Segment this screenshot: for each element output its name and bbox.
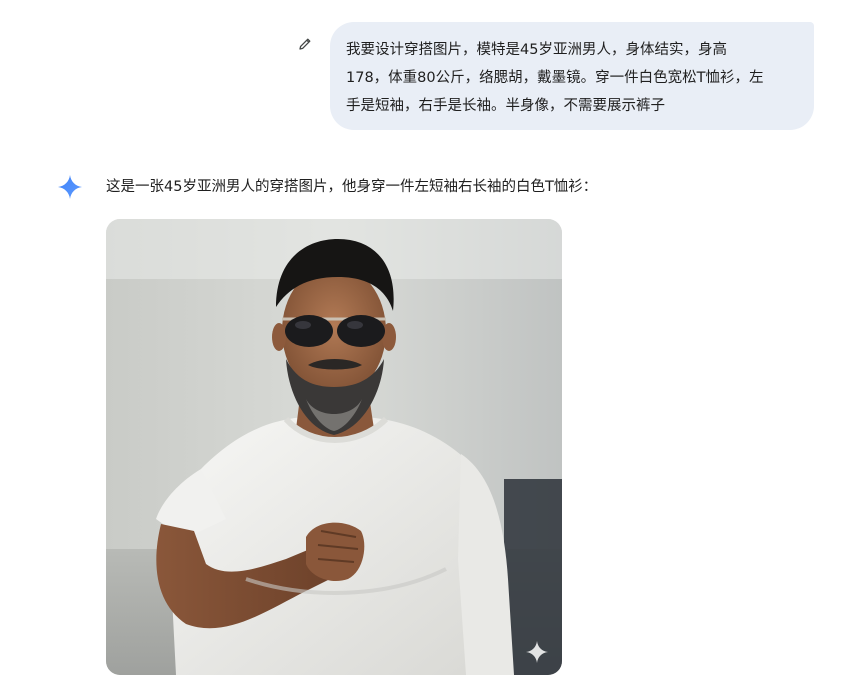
user-message-line: 手是短袖，右手是长袖。半身像，不需要展示裤子 xyxy=(346,98,665,114)
generated-photo xyxy=(106,219,562,675)
generated-image[interactable] xyxy=(106,219,562,675)
gemini-sparkle-icon xyxy=(58,175,82,199)
pencil-icon xyxy=(299,38,311,50)
user-message-bubble: 我要设计穿搭图片，模特是45岁亚洲男人，身体结实，身高 178，体重80公斤，络… xyxy=(330,22,814,130)
user-message-line: 178，体重80公斤，络腮胡，戴墨镜。穿一件白色宽松T恤衫，左 xyxy=(346,70,764,86)
edit-prompt-button[interactable] xyxy=(293,32,317,56)
chat-page: 我要设计穿搭图片，模特是45岁亚洲男人，身体结实，身高 178，体重80公斤，络… xyxy=(0,0,848,691)
sparkle-icon xyxy=(526,641,548,663)
user-message-line: 我要设计穿搭图片，模特是45岁亚洲男人，身体结实，身高 xyxy=(346,42,727,58)
response-text: 这是一张45岁亚洲男人的穿搭图片，他身穿一件左短袖右长袖的白色T恤衫： xyxy=(106,179,598,195)
